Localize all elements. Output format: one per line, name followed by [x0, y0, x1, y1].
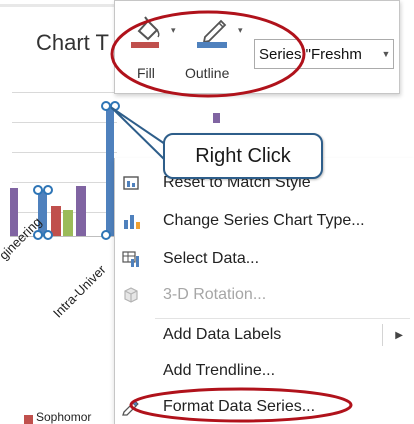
menu-label: 3-D Rotation...: [163, 286, 267, 303]
menu-item-add-data-labels[interactable]: Add Data Labels ▶: [115, 318, 414, 352]
selection-handle[interactable]: [101, 230, 111, 240]
selection-handle[interactable]: [43, 230, 53, 240]
submenu-divider: [382, 324, 383, 346]
selection-handle[interactable]: [43, 185, 53, 195]
chart-top-edge: [0, 4, 114, 7]
selection-handle[interactable]: [33, 185, 43, 195]
select-data-icon: [122, 251, 139, 267]
menu-label: Select Data...: [163, 250, 260, 267]
chart-bar[interactable]: [63, 210, 73, 236]
gridline: [12, 122, 117, 123]
submenu-arrow-icon[interactable]: ▶: [395, 330, 403, 341]
gridline: [12, 152, 117, 153]
chart-bar[interactable]: [51, 206, 61, 236]
gridline: [12, 92, 117, 93]
menu-label: Add Trendline...: [163, 362, 276, 379]
3d-rotation-icon: [124, 287, 138, 303]
right-click-callout: Right Click: [163, 133, 323, 179]
annotation-oval-toolbar: [110, 10, 306, 98]
menu-label: Add Data Labels: [163, 326, 282, 343]
category-label: Intra-Univer: [50, 261, 109, 321]
chart-title: Chart T: [36, 30, 109, 55]
menu-item-select-data[interactable]: Select Data...: [115, 242, 414, 276]
context-menu: Reset to Match Style Change Series Chart…: [114, 158, 414, 424]
annotation-oval-format: [129, 387, 353, 423]
legend-swatch: [24, 415, 33, 424]
menu-item-3d-rotation[interactable]: 3-D Rotation...: [115, 278, 414, 312]
gridline: [12, 182, 117, 183]
menu-label: Change Series Chart Type...: [163, 212, 365, 229]
chart-bar[interactable]: [76, 186, 86, 236]
chart-bar[interactable]: [10, 188, 18, 236]
chart-bar[interactable]: [213, 113, 220, 123]
menu-item-change-series-chart-type[interactable]: Change Series Chart Type...: [115, 204, 414, 238]
legend-label: Sophomor: [36, 410, 92, 424]
menu-item-add-trendline[interactable]: Add Trendline...: [115, 354, 414, 388]
chart-type-icon: [124, 215, 140, 229]
reset-style-icon: [123, 176, 139, 190]
dropdown-arrow-icon[interactable]: ▼: [379, 49, 393, 59]
